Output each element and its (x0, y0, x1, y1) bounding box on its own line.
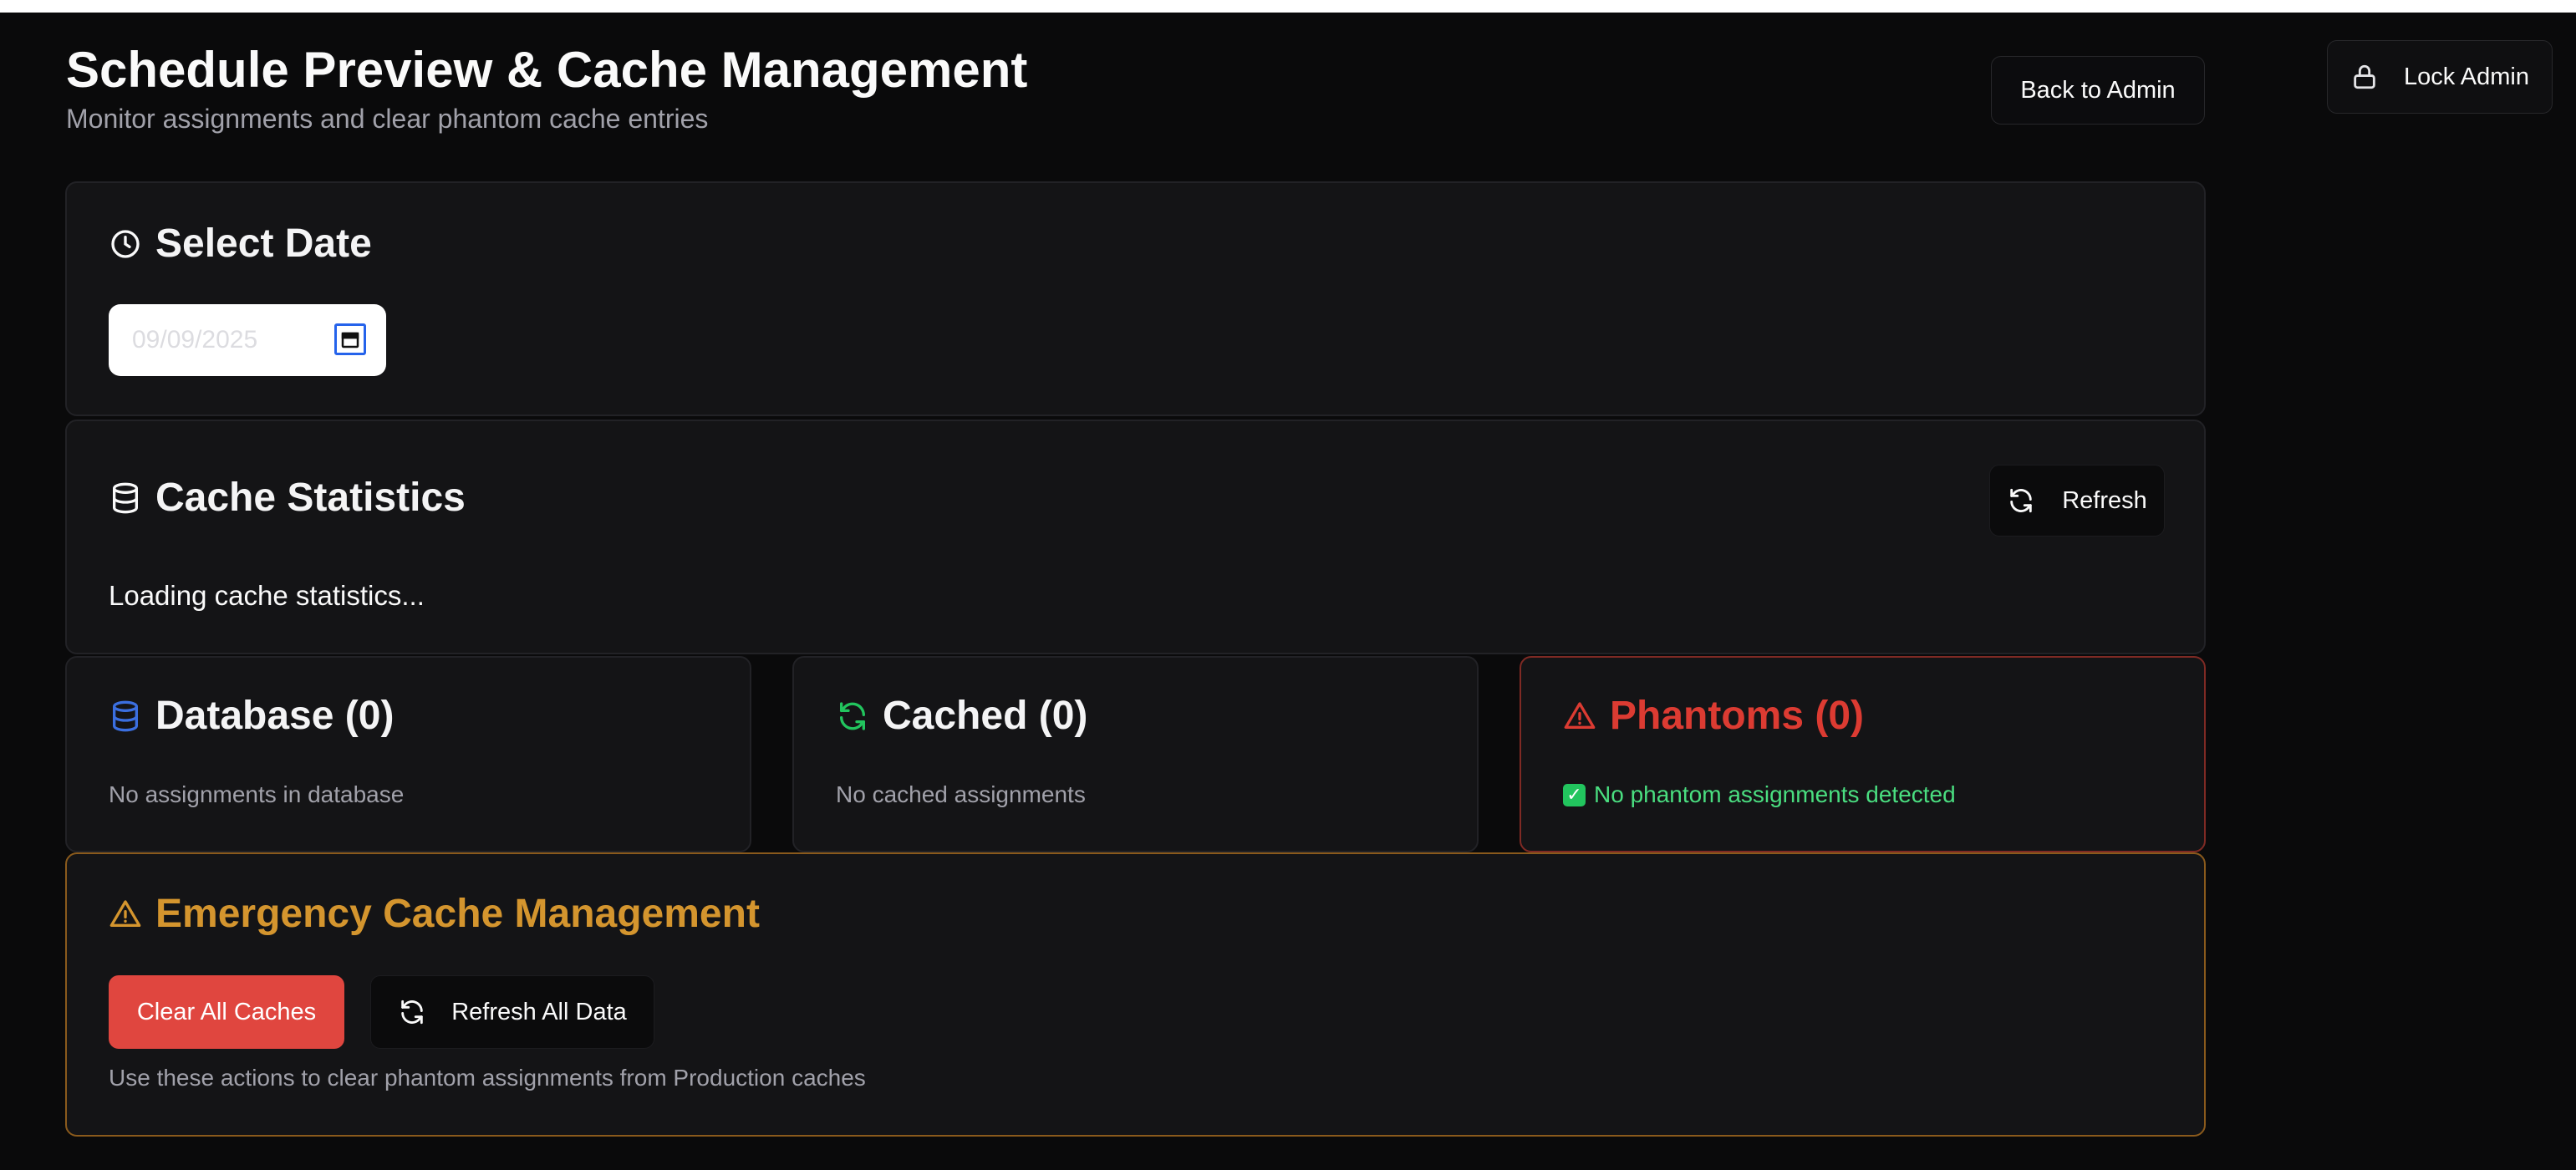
emergency-heading: Emergency Cache Management (109, 891, 760, 938)
lock-admin-label: Lock Admin (2404, 63, 2529, 90)
warning-icon (1563, 699, 1596, 733)
refresh-icon (836, 699, 869, 733)
phantoms-title: Phantoms (0) (1610, 694, 1865, 738)
database-icon (109, 481, 142, 515)
select-date-title: Select Date (155, 221, 372, 266)
calendar-icon[interactable] (334, 323, 366, 355)
page-title: Schedule Preview & Cache Management (66, 42, 1028, 98)
date-field[interactable] (109, 304, 386, 376)
phantoms-message: No phantom assignments detected (1594, 781, 1956, 807)
page-subtitle: Monitor assignments and clear phantom ca… (66, 104, 709, 134)
select-date-heading: Select Date (109, 221, 372, 267)
back-to-admin-button[interactable]: Back to Admin (1991, 56, 2205, 125)
emergency-title: Emergency Cache Management (155, 892, 760, 936)
cached-heading: Cached (0) (836, 693, 1087, 740)
lock-icon (2350, 63, 2379, 91)
cache-statistics-card: Cache Statistics Refresh Loading cache s… (65, 420, 2206, 654)
refresh-all-data-button[interactable]: Refresh All Data (370, 975, 654, 1049)
back-to-admin-label: Back to Admin (2020, 76, 2176, 104)
top-strip (0, 0, 2576, 13)
emergency-cache-card: Emergency Cache Management Clear All Cac… (65, 852, 2206, 1137)
database-card: Database (0) No assignments in database (65, 656, 751, 852)
phantoms-card: Phantoms (0) ✓ No phantom assignments de… (1520, 656, 2206, 852)
clear-all-caches-button[interactable]: Clear All Caches (109, 975, 344, 1049)
check-icon: ✓ (1563, 783, 1586, 806)
database-heading: Database (0) (109, 693, 394, 740)
cached-title: Cached (0) (883, 694, 1088, 738)
lock-admin-button[interactable]: Lock Admin (2327, 40, 2553, 114)
loading-text: Loading cache statistics... (109, 580, 425, 611)
date-input[interactable] (130, 325, 326, 355)
clock-icon (109, 227, 142, 261)
cache-statistics-title: Cache Statistics (155, 476, 466, 520)
select-date-card: Select Date (65, 181, 2206, 416)
emergency-note: Use these actions to clear phantom assig… (109, 1065, 866, 1091)
cached-card: Cached (0) No cached assignments (792, 656, 1479, 852)
phantoms-status: ✓ No phantom assignments detected (1563, 781, 1956, 808)
refresh-all-data-label: Refresh All Data (451, 998, 627, 1025)
page-header: Schedule Preview & Cache Management Moni… (66, 40, 2206, 135)
cached-message: No cached assignments (836, 781, 1086, 807)
cache-statistics-heading: Cache Statistics (109, 475, 466, 521)
refresh-stats-label: Refresh (2062, 486, 2147, 514)
database-title: Database (0) (155, 694, 395, 738)
database-message: No assignments in database (109, 781, 405, 807)
database-icon (109, 699, 142, 733)
warning-icon (109, 898, 142, 931)
phantoms-heading: Phantoms (0) (1563, 693, 1864, 740)
refresh-stats-button[interactable]: Refresh (1989, 465, 2165, 537)
refresh-icon (2007, 486, 2035, 515)
clear-all-caches-label: Clear All Caches (136, 998, 317, 1025)
refresh-icon (398, 998, 426, 1026)
